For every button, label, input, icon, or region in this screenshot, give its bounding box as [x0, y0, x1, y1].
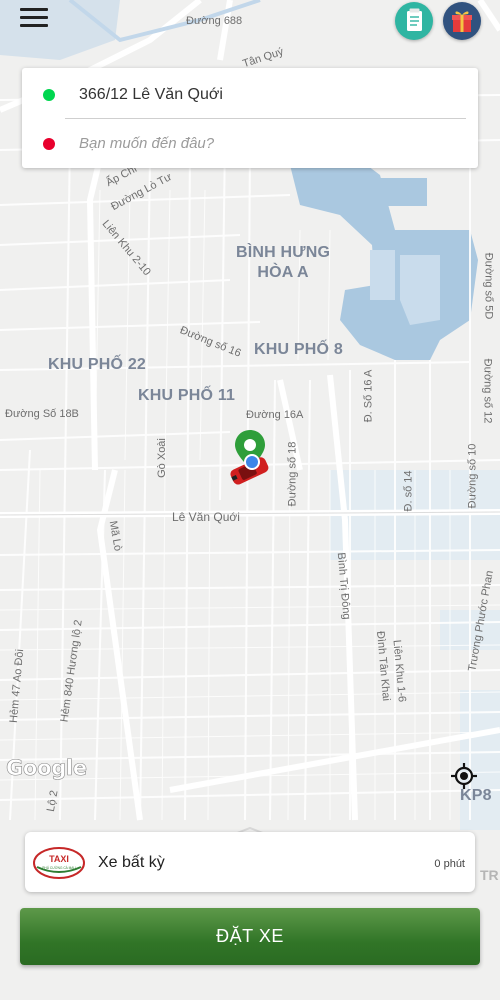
- vehicle-eta: 0 phút: [434, 858, 465, 870]
- hamburger-icon: [20, 8, 48, 11]
- street-label: Đường số 12: [481, 358, 494, 424]
- gift-icon: [452, 11, 472, 32]
- street-label: TR: [480, 867, 499, 883]
- notepad-icon: [407, 8, 422, 31]
- current-location-dot-icon: [244, 454, 260, 470]
- map-area-label: BÌNH HƯNG HÒA A: [236, 244, 331, 281]
- taxi-company-logo: TAXI PHÚ CƯỜNG CÀ MAU: [33, 847, 85, 879]
- vehicle-option-card[interactable]: TAXI PHÚ CƯỜNG CÀ MAU Xe bất kỳ 0 phút: [25, 832, 475, 892]
- destination-placeholder: Bạn muốn đến đâu?: [79, 135, 215, 152]
- street-label: Đường số 5D: [482, 252, 495, 320]
- street-label: Lê Văn Quới: [172, 510, 240, 524]
- address-card: 366/12 Lê Văn Quới Bạn muốn đến đâu?: [22, 68, 478, 168]
- svg-text:TAXI: TAXI: [49, 854, 69, 864]
- svg-text:PHÚ CƯỜNG CÀ MAU: PHÚ CƯỜNG CÀ MAU: [42, 865, 76, 870]
- gift-button[interactable]: [443, 2, 481, 40]
- pickup-address-text: 366/12 Lê Văn Quới: [79, 86, 223, 103]
- destination-dot-icon: [43, 138, 55, 150]
- street-label: Đường 688: [186, 15, 243, 27]
- street-label: Đ. Số 16 A: [362, 369, 375, 423]
- hamburger-menu-button[interactable]: [20, 8, 48, 30]
- pickup-dot-icon: [43, 89, 55, 101]
- street-label: Đường số 10: [466, 443, 479, 509]
- street-label: Đường Số 18B: [5, 408, 79, 420]
- notes-button[interactable]: [395, 2, 433, 40]
- destination-address-field[interactable]: Bạn muốn đến đâu?: [22, 119, 478, 167]
- pickup-address-field[interactable]: 366/12 Lê Văn Quới: [22, 70, 478, 118]
- map-area-label: KHU PHỐ 11: [138, 387, 236, 404]
- street-label: Đ. số 14: [402, 470, 415, 512]
- book-ride-button[interactable]: ĐẶT XE: [20, 908, 480, 965]
- street-label: Đường 16A: [246, 409, 304, 421]
- street-label: Gò Xoài: [155, 438, 168, 478]
- google-logo: Google: [6, 756, 88, 781]
- my-location-icon[interactable]: [450, 762, 478, 790]
- vehicle-name: Xe bất kỳ: [98, 854, 165, 871]
- street-label: Đường số 18: [286, 441, 299, 507]
- map-area-label: KHU PHỐ 8: [254, 341, 343, 358]
- map-area-label: KHU PHỐ 22: [48, 356, 147, 373]
